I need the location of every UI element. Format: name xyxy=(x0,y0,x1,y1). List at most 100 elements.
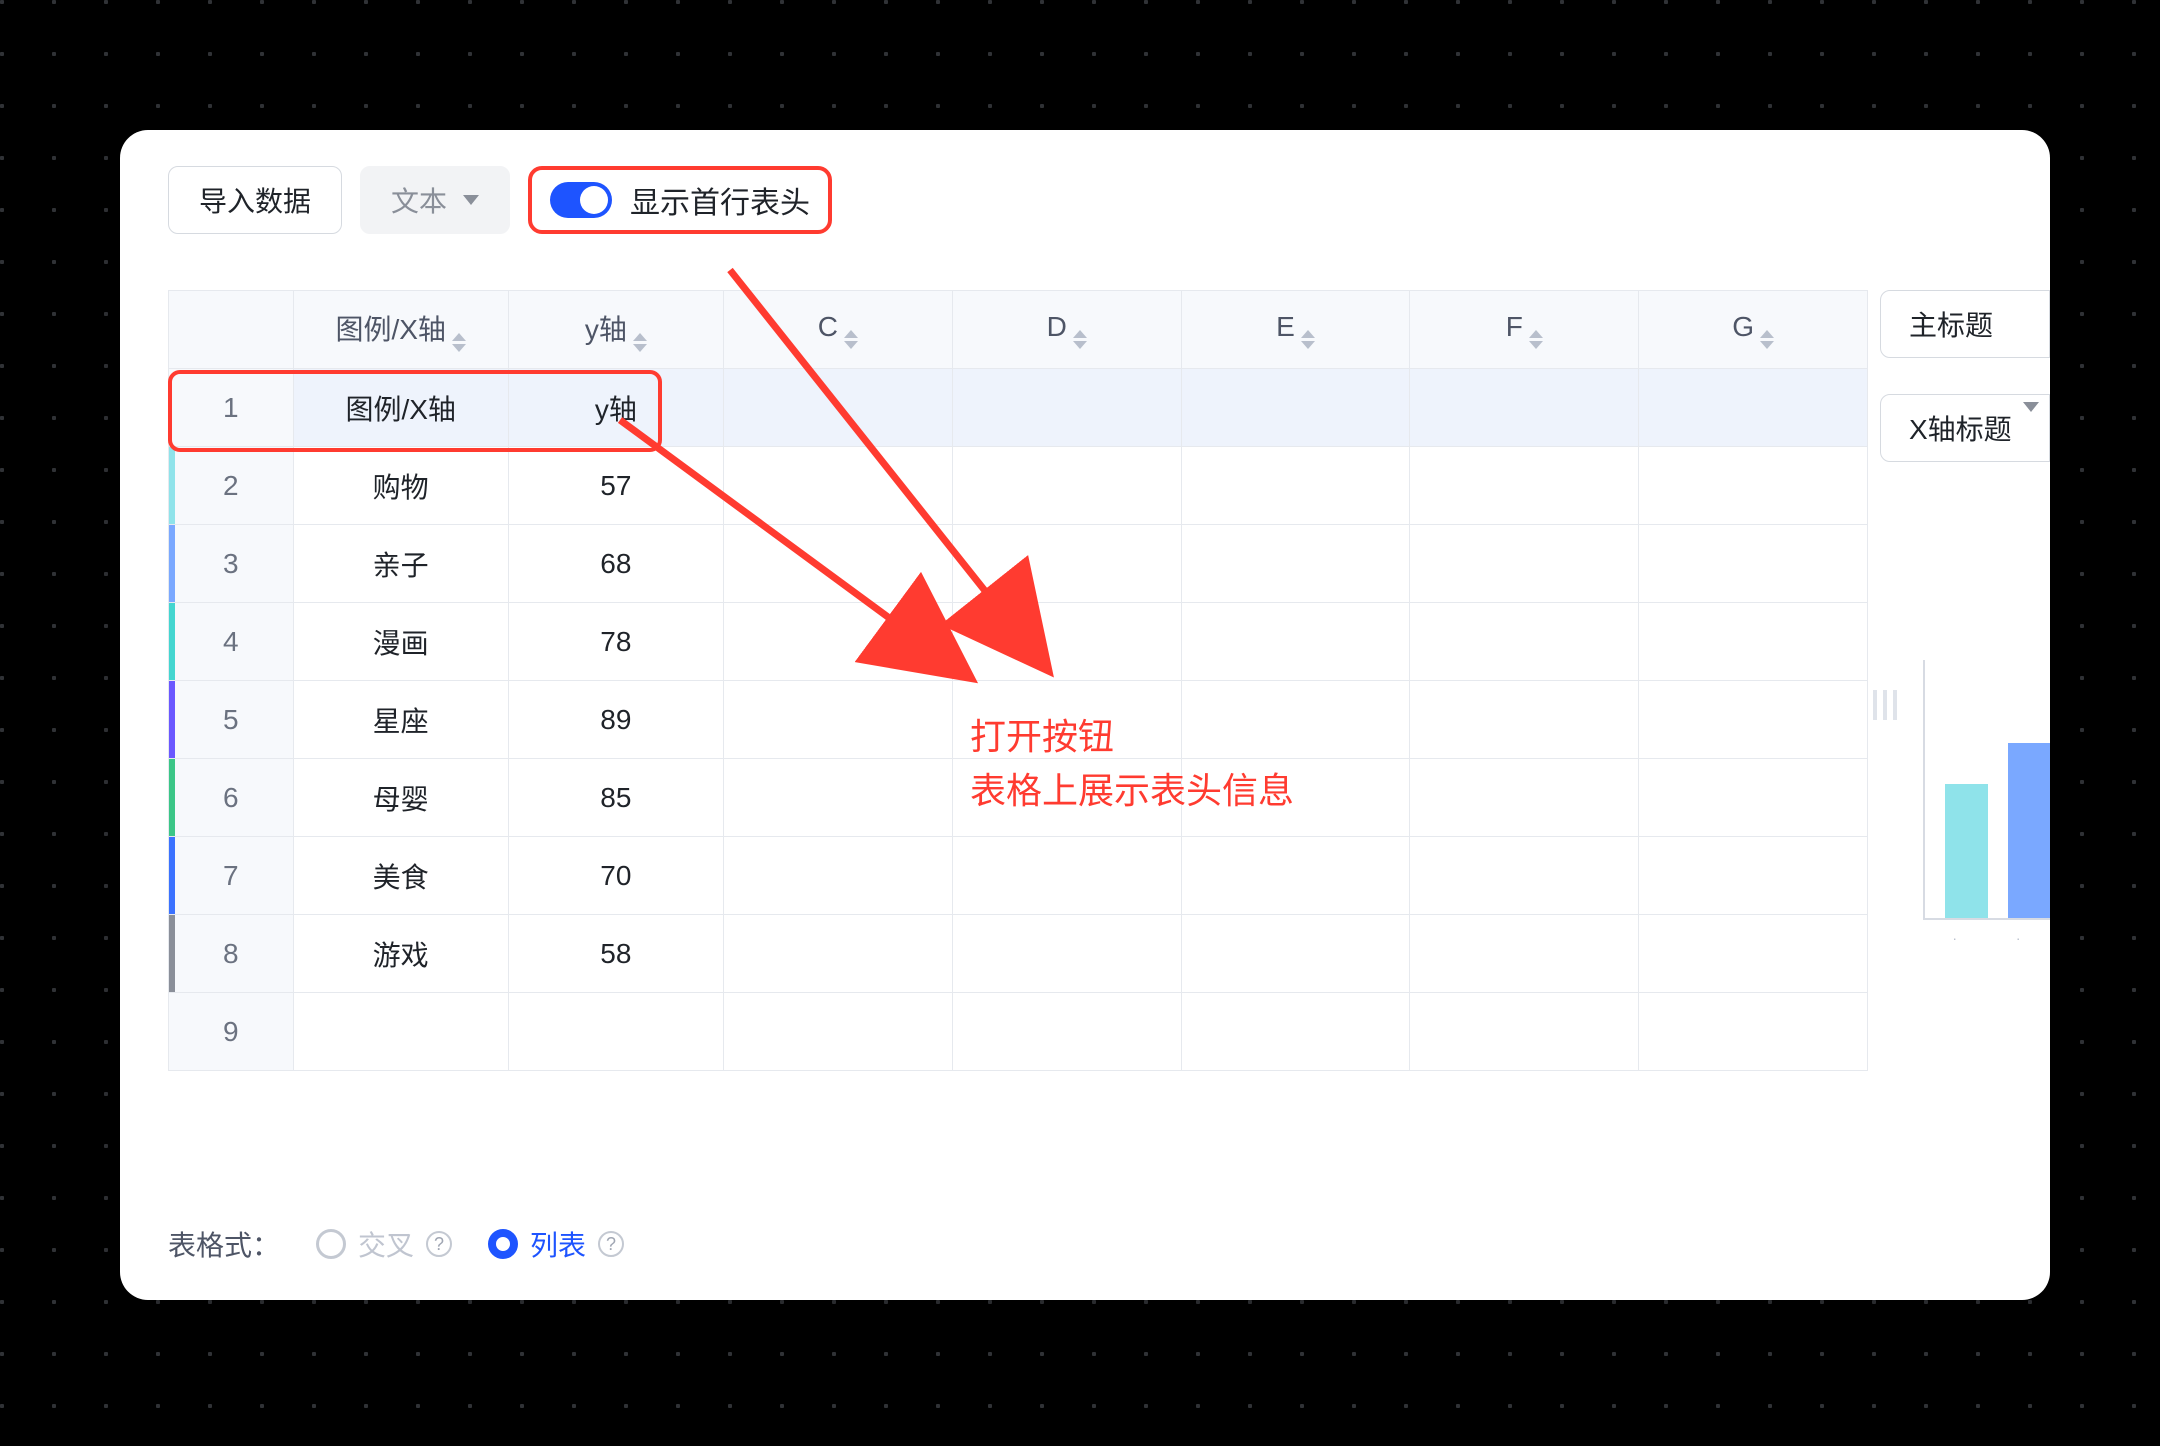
column-header[interactable]: D xyxy=(952,291,1181,369)
table-cell[interactable] xyxy=(1410,603,1639,681)
table-cell[interactable] xyxy=(1639,603,1868,681)
table-cell[interactable] xyxy=(508,993,723,1071)
table-cell[interactable] xyxy=(1181,369,1410,447)
table-cell[interactable] xyxy=(723,603,952,681)
table-cell[interactable]: 78 xyxy=(508,603,723,681)
table-cell[interactable] xyxy=(1410,759,1639,837)
table-cell[interactable]: 漫画 xyxy=(293,603,508,681)
table-cell[interactable] xyxy=(952,369,1181,447)
import-data-button[interactable]: 导入数据 xyxy=(168,166,342,234)
format-cross-radio[interactable]: 交叉 ? xyxy=(316,1224,452,1264)
table-cell[interactable] xyxy=(723,837,952,915)
row-number[interactable]: 6 xyxy=(169,759,294,837)
table-cell[interactable]: 母婴 xyxy=(293,759,508,837)
table-cell[interactable] xyxy=(1181,603,1410,681)
table-cell[interactable]: 85 xyxy=(508,759,723,837)
column-header[interactable]: 图例/X轴 xyxy=(293,291,508,369)
table-cell[interactable] xyxy=(952,993,1181,1071)
format-list-radio[interactable]: 列表 ? xyxy=(488,1224,624,1264)
table-cell[interactable] xyxy=(1639,837,1868,915)
table-cell[interactable] xyxy=(1639,759,1868,837)
table-cell[interactable] xyxy=(723,993,952,1071)
table-row[interactable]: 3亲子68 xyxy=(169,525,1868,603)
main-title-button[interactable]: 主标题 xyxy=(1880,290,2050,358)
table-cell[interactable] xyxy=(952,525,1181,603)
table-cell[interactable]: 70 xyxy=(508,837,723,915)
table-row[interactable]: 7美食70 xyxy=(169,837,1868,915)
table-row[interactable]: 4漫画78 xyxy=(169,603,1868,681)
table-cell[interactable] xyxy=(1639,525,1868,603)
table-cell[interactable] xyxy=(952,603,1181,681)
column-header[interactable]: C xyxy=(723,291,952,369)
table-cell[interactable] xyxy=(1639,993,1868,1071)
data-type-select[interactable]: 文本 xyxy=(360,166,510,234)
table-row[interactable]: 9 xyxy=(169,993,1868,1071)
table-cell[interactable]: 亲子 xyxy=(293,525,508,603)
row-number[interactable]: 3 xyxy=(169,525,294,603)
sort-icon[interactable] xyxy=(1760,330,1774,349)
table-cell[interactable] xyxy=(952,447,1181,525)
table-cell[interactable] xyxy=(1410,525,1639,603)
row-number[interactable]: 2 xyxy=(169,447,294,525)
table-cell[interactable] xyxy=(293,993,508,1071)
sort-icon[interactable] xyxy=(633,333,647,352)
table-cell[interactable] xyxy=(1410,681,1639,759)
table-cell[interactable] xyxy=(1181,837,1410,915)
data-table[interactable]: 图例/X轴y轴CDEFG 1图例/X轴y轴2购物573亲子684漫画785星座8… xyxy=(168,290,1868,1071)
table-cell[interactable] xyxy=(1639,681,1868,759)
table-cell[interactable] xyxy=(723,369,952,447)
row-number[interactable]: 7 xyxy=(169,837,294,915)
table-cell[interactable]: 89 xyxy=(508,681,723,759)
column-header[interactable]: E xyxy=(1181,291,1410,369)
row-number[interactable]: 5 xyxy=(169,681,294,759)
column-header[interactable]: y轴 xyxy=(508,291,723,369)
table-cell[interactable] xyxy=(723,759,952,837)
help-icon[interactable]: ? xyxy=(426,1231,452,1257)
row-number[interactable]: 8 xyxy=(169,915,294,993)
sort-icon[interactable] xyxy=(452,333,466,352)
table-cell[interactable]: 游戏 xyxy=(293,915,508,993)
column-header[interactable]: G xyxy=(1639,291,1868,369)
x-axis-title-select[interactable]: X轴标题 xyxy=(1880,394,2050,462)
table-cell[interactable] xyxy=(1639,447,1868,525)
resize-grip[interactable] xyxy=(1870,690,1900,720)
table-cell[interactable]: 68 xyxy=(508,525,723,603)
table-cell[interactable] xyxy=(1181,447,1410,525)
sort-icon[interactable] xyxy=(1529,330,1543,349)
sort-icon[interactable] xyxy=(1073,330,1087,349)
sort-icon[interactable] xyxy=(1301,330,1315,349)
table-cell[interactable] xyxy=(1410,915,1639,993)
table-cell[interactable] xyxy=(723,525,952,603)
table-cell[interactable] xyxy=(1181,993,1410,1071)
table-cell[interactable]: 购物 xyxy=(293,447,508,525)
table-cell[interactable] xyxy=(1410,447,1639,525)
table-cell[interactable] xyxy=(1410,993,1639,1071)
table-cell[interactable] xyxy=(1181,915,1410,993)
row-number[interactable]: 9 xyxy=(169,993,294,1071)
table-cell[interactable] xyxy=(1181,525,1410,603)
table-cell[interactable] xyxy=(723,915,952,993)
table-cell[interactable] xyxy=(952,915,1181,993)
table-cell[interactable] xyxy=(723,447,952,525)
table-cell[interactable]: 图例/X轴 xyxy=(293,369,508,447)
sort-icon[interactable] xyxy=(844,330,858,349)
table-cell[interactable]: 58 xyxy=(508,915,723,993)
table-cell[interactable] xyxy=(952,837,1181,915)
table-cell[interactable] xyxy=(723,681,952,759)
table-cell[interactable]: 57 xyxy=(508,447,723,525)
row-number[interactable]: 1 xyxy=(169,369,294,447)
table-cell[interactable]: 星座 xyxy=(293,681,508,759)
table-cell[interactable] xyxy=(1410,369,1639,447)
table-cell[interactable]: y轴 xyxy=(508,369,723,447)
table-cell[interactable] xyxy=(1639,369,1868,447)
column-header[interactable]: F xyxy=(1410,291,1639,369)
table-cell[interactable]: 美食 xyxy=(293,837,508,915)
table-cell[interactable] xyxy=(1639,915,1868,993)
table-row[interactable]: 8游戏58 xyxy=(169,915,1868,993)
show-header-toggle[interactable] xyxy=(550,182,612,218)
help-icon[interactable]: ? xyxy=(598,1231,624,1257)
table-row[interactable]: 2购物57 xyxy=(169,447,1868,525)
row-number[interactable]: 4 xyxy=(169,603,294,681)
table-row[interactable]: 1图例/X轴y轴 xyxy=(169,369,1868,447)
table-cell[interactable] xyxy=(1410,837,1639,915)
